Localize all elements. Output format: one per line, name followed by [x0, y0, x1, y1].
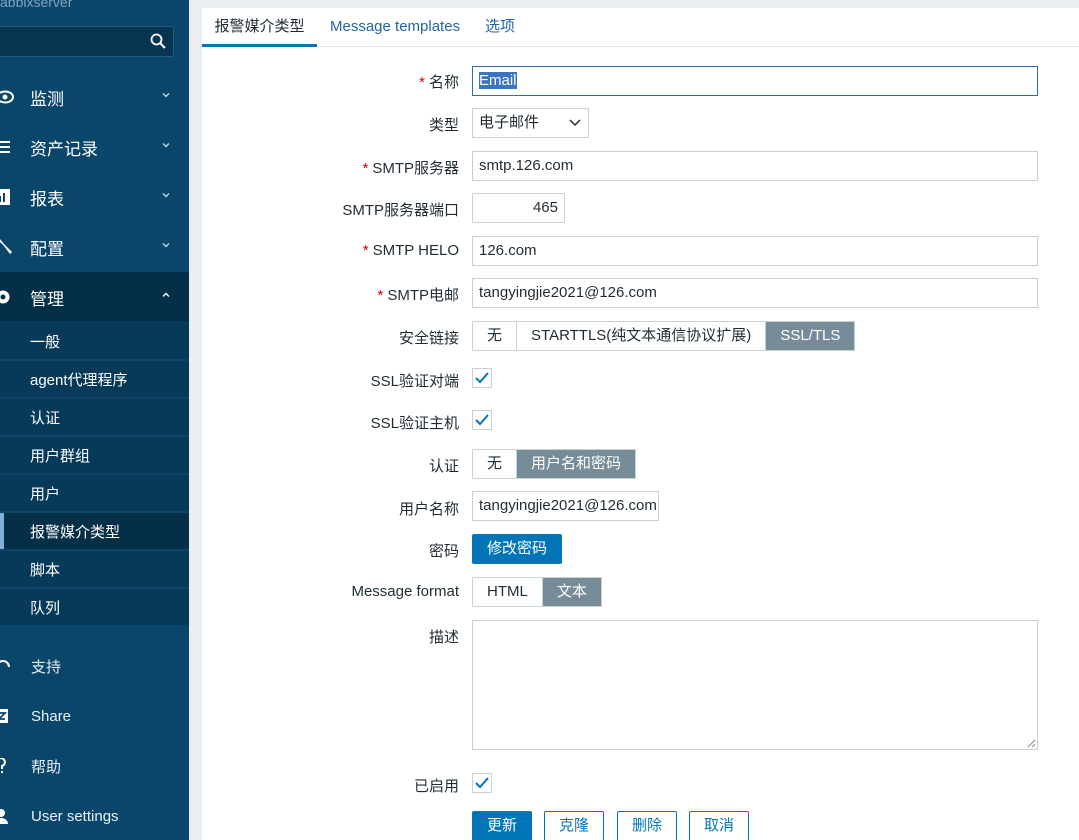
submenu-item[interactable]: 用户: [0, 474, 189, 511]
gear-icon: [0, 290, 10, 304]
delete-button[interactable]: 删除: [617, 811, 677, 840]
menu-label: 资产记录: [30, 139, 98, 159]
smtp-email-label: * SMTP电邮: [377, 287, 459, 304]
message-format-label: Message format: [351, 583, 459, 600]
smtp-server-input[interactable]: smtp.126.com: [472, 151, 1038, 181]
chevron-up-icon: [162, 292, 170, 297]
search-input[interactable]: [0, 26, 174, 57]
enabled-label: 已启用: [413, 778, 459, 795]
tab-message-templates[interactable]: Message templates: [330, 8, 460, 47]
menu-label: 报表: [30, 189, 64, 209]
server-name: abbixserver: [0, 0, 73, 10]
menu-configuration[interactable]: 配置: [0, 222, 189, 272]
cancel-button[interactable]: 取消: [689, 811, 749, 840]
description-label: 描述: [428, 629, 459, 646]
security-starttls-option[interactable]: STARTTLS(纯文本通信协议扩展): [517, 322, 767, 350]
menu-inventory[interactable]: 资产记录: [0, 122, 189, 172]
chevron-down-icon: [162, 243, 170, 248]
submenu-item[interactable]: 脚本: [0, 550, 189, 587]
menu-administration[interactable]: 管理: [0, 272, 189, 322]
ssl-verify-peer-checkbox[interactable]: [472, 368, 492, 388]
headset-icon: [0, 660, 10, 668]
username-label: 用户名称: [398, 501, 459, 518]
name-input[interactable]: Email: [472, 66, 1038, 96]
search-icon[interactable]: [150, 33, 166, 49]
menu-label: 配置: [30, 239, 64, 259]
submenu-item[interactable]: 用户群组: [0, 436, 189, 473]
user-icon: [0, 809, 8, 824]
user-settings-label: User settings: [31, 807, 119, 825]
ssl-verify-host-checkbox[interactable]: [472, 410, 492, 430]
tab-options[interactable]: 选项: [485, 8, 515, 47]
submenu-item[interactable]: 认证: [0, 398, 189, 435]
tab-bar: 报警媒介类型 Message templates 选项: [202, 8, 1079, 47]
tab-media-type[interactable]: 报警媒介类型: [202, 8, 317, 47]
security-segmented-control: 无 STARTTLS(纯文本通信协议扩展) SSL/TLS: [472, 321, 856, 351]
type-select[interactable]: 电子邮件: [472, 108, 589, 138]
smtp-helo-input[interactable]: 126.com: [472, 236, 1038, 266]
chevron-down-icon: [162, 93, 170, 98]
type-select-value: 电子邮件: [479, 114, 540, 131]
sidebar: abbixserver 监测 资产记录 报表 配置 管理 一般 agent代理程…: [0, 0, 189, 840]
security-ssl-tls-option[interactable]: SSL/TLS: [766, 322, 855, 350]
smtp-port-label: SMTP服务器端口: [342, 202, 459, 219]
submenu-item[interactable]: 一般: [0, 322, 189, 359]
change-password-button[interactable]: 修改密码: [472, 534, 562, 564]
checkmark-icon: [475, 777, 489, 789]
menu-label: 管理: [30, 289, 64, 309]
auth-label: 认证: [428, 458, 459, 475]
ssl-verify-peer-label: SSL验证对端: [370, 373, 459, 390]
update-button[interactable]: 更新: [472, 811, 532, 840]
name-label: * 名称: [419, 74, 459, 91]
bar-chart-icon: [0, 189, 10, 205]
share-icon: [0, 709, 8, 723]
type-label: 类型: [428, 117, 459, 134]
password-label: 密码: [428, 543, 459, 560]
smtp-email-input[interactable]: tangyingjie2021@126.com: [472, 278, 1038, 308]
user-settings-link[interactable]: User settings: [0, 796, 189, 836]
submenu-item[interactable]: 队列: [0, 588, 189, 625]
security-none-option[interactable]: 无: [473, 322, 518, 350]
help-link[interactable]: 帮助: [0, 746, 189, 786]
enabled-checkbox[interactable]: [472, 773, 492, 793]
chevron-down-icon: [162, 193, 170, 198]
list-icon: [0, 141, 10, 153]
ssl-verify-host-label: SSL验证主机: [370, 415, 459, 432]
wrench-icon: [0, 239, 12, 254]
security-label: 安全链接: [398, 330, 459, 347]
help-label: 帮助: [31, 758, 62, 776]
chevron-down-icon: [162, 143, 170, 148]
menu-label: 监测: [30, 89, 64, 109]
checkmark-icon: [475, 372, 489, 384]
chevron-down-icon: [569, 119, 581, 127]
share-label: Share: [31, 707, 72, 725]
message-format-segmented-control: HTML 文本: [472, 577, 602, 607]
help-icon: [0, 758, 6, 773]
auth-username-password-option[interactable]: 用户名和密码: [517, 450, 636, 478]
resize-handle-icon[interactable]: [1026, 738, 1036, 748]
menu-reports[interactable]: 报表: [0, 172, 189, 222]
format-html-option[interactable]: HTML: [473, 578, 543, 606]
submenu-item[interactable]: agent代理程序: [0, 360, 189, 397]
auth-segmented-control: 无 用户名和密码: [472, 449, 637, 479]
smtp-helo-label: * SMTP HELO: [362, 242, 459, 259]
support-link[interactable]: 支持: [0, 646, 189, 686]
checkmark-icon: [475, 414, 489, 426]
support-label: 支持: [31, 658, 62, 676]
main-panel: 报警媒介类型 Message templates 选项 * 名称 Email 类型…: [202, 8, 1079, 840]
eye-icon: [0, 90, 14, 104]
username-input[interactable]: tangyingjie2021@126.com: [472, 491, 659, 521]
menu-monitoring[interactable]: 监测: [0, 72, 189, 122]
auth-none-option[interactable]: 无: [473, 450, 518, 478]
smtp-port-input[interactable]: 465: [472, 193, 565, 223]
submenu-item-media-types[interactable]: 报警媒介类型: [0, 512, 189, 549]
description-textarea[interactable]: [472, 620, 1038, 750]
format-text-option[interactable]: 文本: [542, 578, 601, 606]
share-link[interactable]: Share: [0, 696, 189, 736]
smtp-server-label: * SMTP服务器: [362, 160, 459, 177]
clone-button[interactable]: 克隆: [544, 811, 604, 840]
